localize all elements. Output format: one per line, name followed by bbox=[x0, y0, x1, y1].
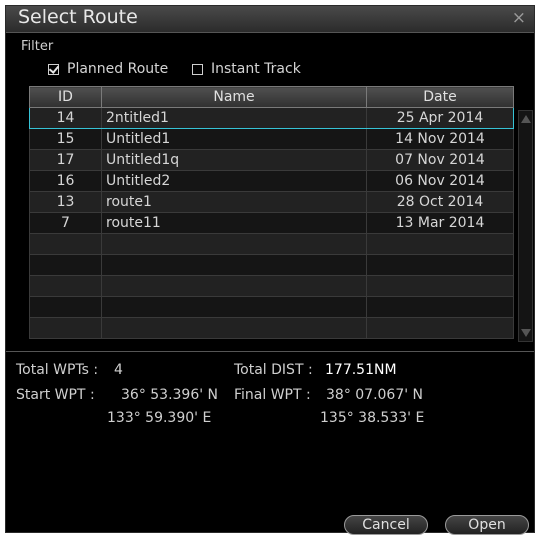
final-wpt-label: Final WPT : bbox=[234, 387, 311, 403]
cell-date: 25 Apr 2014 bbox=[366, 107, 514, 129]
start-wpt-latitude: 36° 53.396' N bbox=[121, 387, 219, 403]
cell-id: 15 bbox=[29, 128, 102, 150]
route-table: ID Name Date 14 2ntitled1 25 Apr 2014 15 Unt… bbox=[29, 86, 514, 339]
column-header-id[interactable]: ID bbox=[29, 86, 102, 108]
cell-date: 13 Mar 2014 bbox=[366, 212, 514, 234]
scroll-up-icon[interactable] bbox=[521, 115, 531, 123]
table-row[interactable]: 16 Untitled2 06 Nov 2014 bbox=[29, 170, 514, 192]
dialog-title: Select Route bbox=[18, 6, 138, 28]
cell-name bbox=[101, 275, 367, 297]
empty-table-row[interactable] bbox=[29, 275, 514, 297]
cell-id bbox=[29, 296, 102, 318]
total-wpts-label: Total WPTs : bbox=[16, 362, 99, 378]
column-header-date[interactable]: Date bbox=[366, 86, 514, 108]
planned-route-checkbox[interactable]: Planned Route bbox=[48, 60, 168, 78]
cell-date bbox=[366, 233, 514, 255]
scroll-down-icon[interactable] bbox=[521, 329, 531, 337]
cell-id: 13 bbox=[29, 191, 102, 213]
cell-date bbox=[366, 275, 514, 297]
cell-id: 14 bbox=[29, 107, 102, 129]
total-wpts-value: 4 bbox=[114, 362, 123, 378]
cancel-button[interactable]: Cancel bbox=[344, 515, 428, 535]
title-bar: Select Route × bbox=[6, 6, 534, 33]
cell-name: Untitled1q bbox=[101, 149, 367, 171]
table-header-row: ID Name Date bbox=[29, 86, 514, 108]
table-scrollbar[interactable] bbox=[518, 110, 533, 342]
cell-name: Untitled2 bbox=[101, 170, 367, 192]
instant-track-checkbox[interactable]: Instant Track bbox=[192, 60, 301, 78]
table-row[interactable]: 7 route11 13 Mar 2014 bbox=[29, 212, 514, 234]
close-icon[interactable]: × bbox=[512, 8, 526, 28]
cell-name: route11 bbox=[101, 212, 367, 234]
cell-name: route1 bbox=[101, 191, 367, 213]
cell-date bbox=[366, 296, 514, 318]
checkbox-box[interactable] bbox=[48, 63, 59, 75]
empty-table-row[interactable] bbox=[29, 317, 514, 339]
final-wpt-longitude: 135° 38.533' E bbox=[320, 410, 425, 426]
cell-name: Untitled1 bbox=[101, 128, 367, 150]
table-row[interactable]: 13 route1 28 Oct 2014 bbox=[29, 191, 514, 213]
total-dist-value: 177.51NM bbox=[325, 362, 397, 378]
planned-route-label: Planned Route bbox=[67, 61, 169, 77]
instant-track-label: Instant Track bbox=[211, 61, 301, 77]
cell-name bbox=[101, 233, 367, 255]
cell-id bbox=[29, 275, 102, 297]
column-header-name[interactable]: Name bbox=[101, 86, 367, 108]
cell-id bbox=[29, 317, 102, 339]
section-divider bbox=[6, 351, 534, 352]
total-dist-label: Total DIST : bbox=[234, 362, 313, 378]
cell-id: 7 bbox=[29, 212, 102, 234]
open-button[interactable]: Open bbox=[445, 515, 529, 535]
cell-date bbox=[366, 317, 514, 339]
final-wpt-latitude: 38° 07.067' N bbox=[326, 387, 424, 403]
empty-table-row[interactable] bbox=[29, 254, 514, 276]
cell-date: 28 Oct 2014 bbox=[366, 191, 514, 213]
cell-date: 14 Nov 2014 bbox=[366, 128, 514, 150]
cell-date: 06 Nov 2014 bbox=[366, 170, 514, 192]
cell-name bbox=[101, 254, 367, 276]
table-row[interactable]: 14 2ntitled1 25 Apr 2014 bbox=[29, 107, 514, 129]
cell-name: 2ntitled1 bbox=[101, 107, 367, 129]
table-row[interactable]: 15 Untitled1 14 Nov 2014 bbox=[29, 128, 514, 150]
cell-id bbox=[29, 233, 102, 255]
table-row[interactable]: 17 Untitled1q 07 Nov 2014 bbox=[29, 149, 514, 171]
empty-table-row[interactable] bbox=[29, 233, 514, 255]
cell-id: 17 bbox=[29, 149, 102, 171]
filter-label: Filter bbox=[21, 39, 54, 54]
checkbox-box[interactable] bbox=[192, 63, 203, 75]
cell-date bbox=[366, 254, 514, 276]
empty-table-row[interactable] bbox=[29, 296, 514, 318]
select-route-dialog: Select Route × Filter Planned Route Inst… bbox=[5, 5, 535, 535]
cell-name bbox=[101, 296, 367, 318]
start-wpt-label: Start WPT : bbox=[16, 387, 95, 403]
cell-id: 16 bbox=[29, 170, 102, 192]
cell-name bbox=[101, 317, 367, 339]
cell-date: 07 Nov 2014 bbox=[366, 149, 514, 171]
start-wpt-longitude: 133° 59.390' E bbox=[107, 410, 212, 426]
cell-id bbox=[29, 254, 102, 276]
table-body: 14 2ntitled1 25 Apr 2014 15 Untitled1 14 Nov … bbox=[29, 107, 514, 339]
